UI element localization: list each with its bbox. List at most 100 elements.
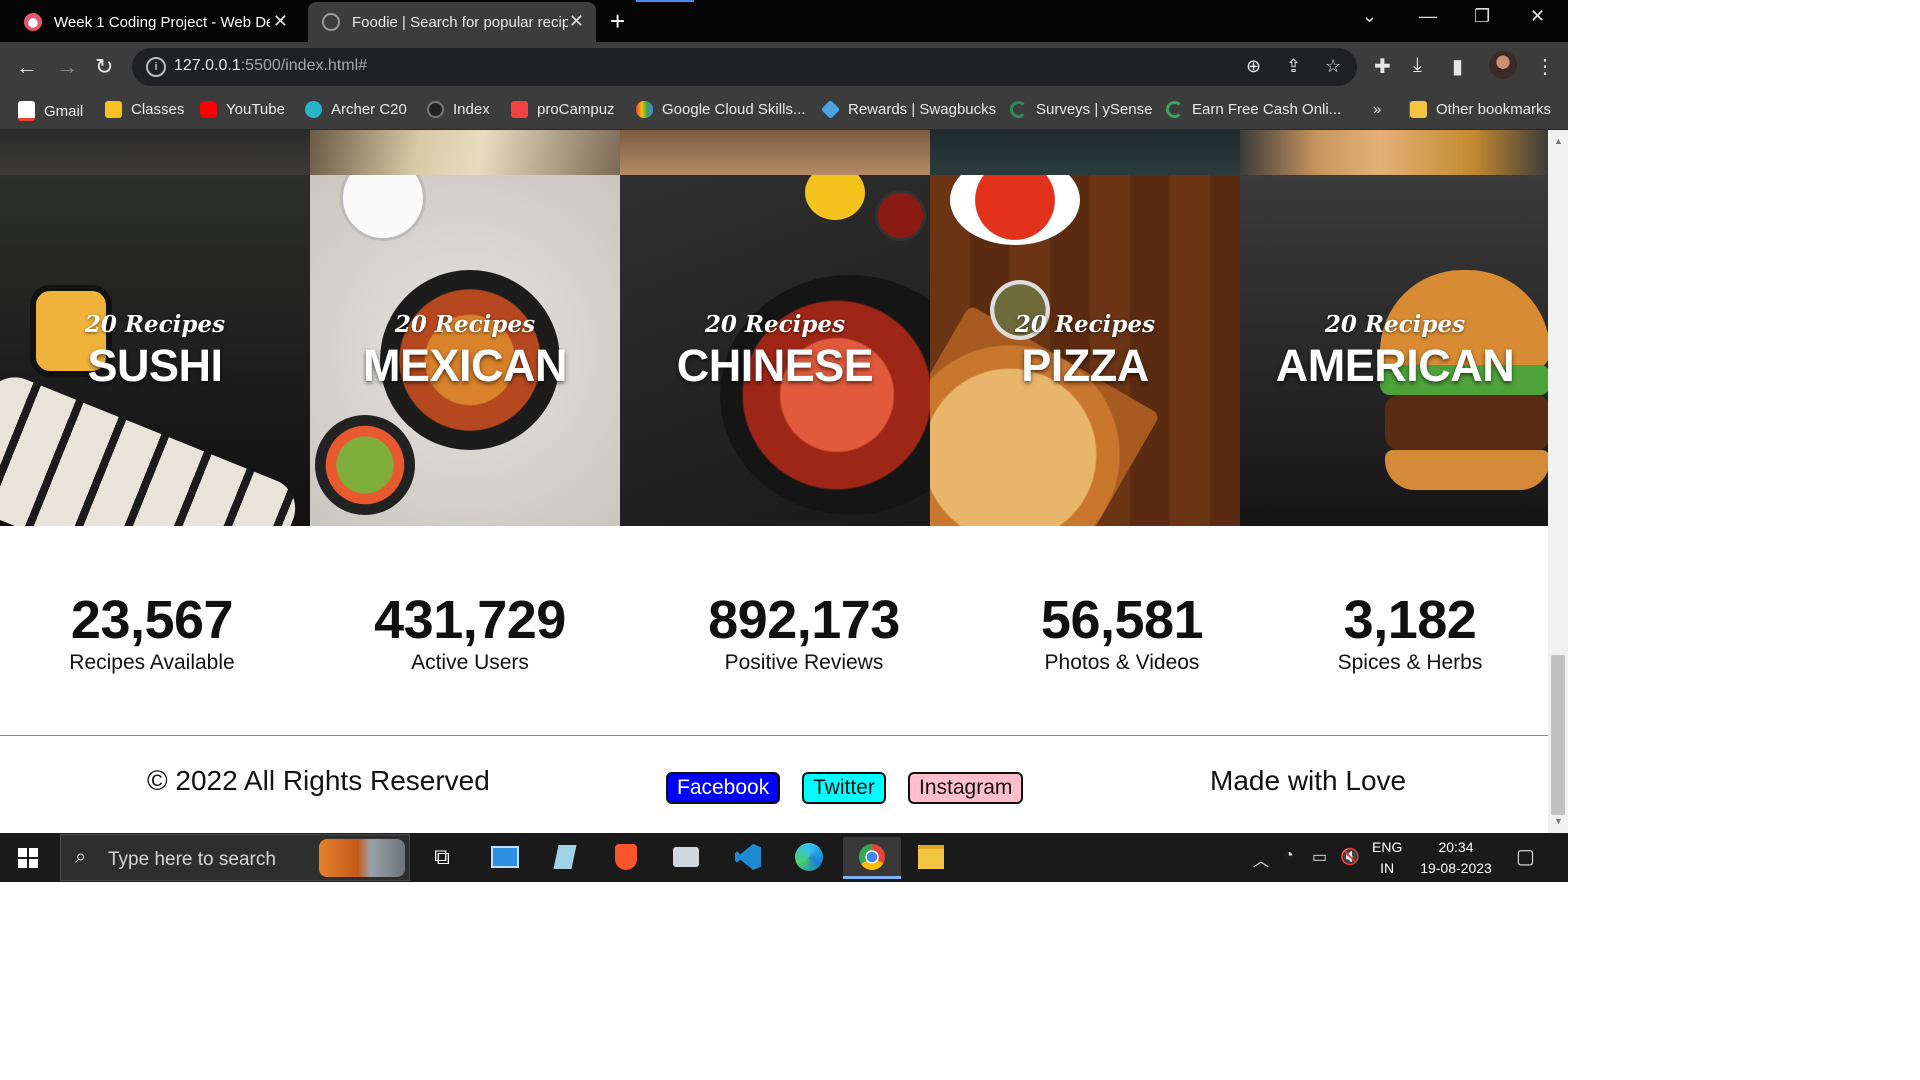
cuisine-recipe-count: 20 Recipes: [394, 311, 536, 338]
previous-row-image: [620, 130, 930, 175]
cuisine-card-mexican[interactable]: 20 Recipes MEXICAN: [310, 175, 620, 526]
wifi-icon[interactable]: ◔: [1284, 847, 1294, 865]
search-placeholder: Type here to search: [108, 849, 276, 870]
cuisine-card-chinese[interactable]: 20 Recipes CHINESE: [620, 175, 930, 526]
copyright-text: © 2022 All Rights Reserved: [147, 765, 490, 796]
tab-title: Week 1 Coding Project - Web De: [54, 13, 270, 31]
close-window-icon[interactable]: ✕: [1530, 6, 1545, 27]
stat-photos: 56,581 Photos & Videos: [1012, 590, 1232, 676]
stat-value: 431,729: [374, 590, 566, 650]
cuisine-card-pizza[interactable]: 20 Recipes PIZZA: [930, 175, 1240, 526]
cuisine-card-sushi[interactable]: 20 Recipes SUSHI: [0, 175, 310, 526]
stat-label: Active Users: [411, 651, 529, 674]
share-icon[interactable]: ⇪: [1286, 56, 1301, 77]
address-bar[interactable]: i 127.0.0.1:5500/index.html# ⊕ ⇪ ☆: [132, 48, 1357, 86]
battery-icon[interactable]: ▭: [1312, 847, 1327, 867]
tab-week1-project[interactable]: Week 1 Coding Project - Web De ✕: [10, 2, 300, 42]
scroll-up-arrow-icon[interactable]: ▲: [1554, 136, 1563, 146]
show-hidden-icons-chevron[interactable]: ︿: [1253, 847, 1269, 871]
chrome-browser-icon[interactable]: [843, 837, 901, 879]
bookmark-earn-cash[interactable]: Earn Free Cash Onli...: [1166, 101, 1341, 118]
notepad-icon[interactable]: [547, 840, 583, 874]
bookmark-classes[interactable]: Classes: [105, 101, 184, 118]
cuisine-name: PIZZA: [1021, 340, 1149, 391]
bookmarks-bar: Gmail Classes YouTube Archer C20 Index p…: [0, 92, 1568, 130]
stat-label: Spices & Herbs: [1337, 651, 1483, 674]
tab-foodie[interactable]: Foodie | Search for popular recip ✕: [308, 2, 596, 42]
more-bookmarks-chevron[interactable]: »: [1373, 101, 1381, 118]
more-menu-icon[interactable]: ⋮: [1535, 54, 1555, 79]
search-icon: ⌕: [75, 846, 87, 868]
edge-browser-icon[interactable]: [791, 840, 827, 874]
previous-row-image: [1240, 130, 1548, 175]
globe-icon: [322, 13, 340, 31]
bookmark-youtube[interactable]: YouTube: [200, 101, 285, 118]
vscode-icon[interactable]: [730, 840, 766, 874]
scrollbar-thumb[interactable]: [1551, 655, 1565, 815]
side-panel-icon[interactable]: ▮: [1452, 54, 1463, 79]
windows-start-icon[interactable]: [18, 848, 38, 868]
swagbucks-icon: [820, 99, 841, 120]
previous-row-image: [0, 130, 310, 175]
file-explorer-icon[interactable]: [913, 840, 949, 874]
back-arrow-icon[interactable]: ←: [16, 54, 38, 80]
volume-muted-icon[interactable]: 🔇: [1340, 847, 1360, 867]
bottom-bun-image: [1385, 450, 1548, 490]
stat-label: Photos & Videos: [1044, 651, 1200, 674]
bookmark-archer[interactable]: Archer C20: [305, 101, 407, 118]
download-icon[interactable]: ⤓: [1413, 54, 1422, 77]
tab-title: Foodie | Search for popular recip: [352, 13, 568, 31]
this-pc-icon[interactable]: [487, 840, 523, 874]
taskbar-search-box[interactable]: ⌕ Type here to search: [60, 834, 410, 881]
bookmark-star-icon[interactable]: ☆: [1325, 56, 1341, 77]
system-clock[interactable]: 20:34 19-08-2023: [1414, 837, 1498, 879]
new-tab-button[interactable]: +: [610, 6, 625, 37]
instagram-button[interactable]: Instagram: [908, 772, 1024, 804]
previous-row-image: [930, 130, 1240, 175]
stat-spices: 3,182 Spices & Herbs: [1320, 590, 1500, 676]
tab-search-chevron-icon[interactable]: ⌄: [1362, 6, 1377, 27]
other-bookmarks-folder[interactable]: Other bookmarks: [1409, 101, 1551, 118]
tab-favicon-icon: [24, 13, 42, 31]
index-icon: [427, 101, 444, 118]
profile-avatar[interactable]: [1489, 51, 1517, 79]
page-scrollbar[interactable]: ▲ ▼: [1548, 130, 1568, 833]
language-indicator[interactable]: ENG IN: [1372, 837, 1402, 879]
forward-arrow-icon[interactable]: →: [56, 54, 78, 80]
url-text[interactable]: 127.0.0.1:5500/index.html#: [174, 57, 367, 75]
cuisine-card-american[interactable]: 20 Recipes AMERICAN: [1240, 175, 1548, 526]
page-viewport: 20 Recipes SUSHI 20 Recipes MEXICAN 20 R…: [0, 130, 1548, 833]
notifications-icon[interactable]: ▢: [1516, 844, 1535, 869]
brave-browser-icon[interactable]: [608, 840, 644, 874]
close-tab-icon[interactable]: ✕: [569, 11, 584, 32]
scroll-down-arrow-icon[interactable]: ▼: [1554, 816, 1563, 826]
bookmark-google-cloud[interactable]: Google Cloud Skills...: [636, 101, 805, 118]
minimize-icon[interactable]: —: [1419, 6, 1437, 27]
extensions-puzzle-icon[interactable]: ✚: [1374, 54, 1391, 79]
gmail-icon: [18, 101, 35, 121]
site-info-icon[interactable]: i: [146, 57, 166, 77]
bookmark-ysense[interactable]: Surveys | ySense: [1010, 101, 1152, 118]
control-panel-icon[interactable]: [668, 840, 704, 874]
bookmark-index[interactable]: Index: [427, 101, 490, 118]
stat-label: Positive Reviews: [724, 651, 884, 674]
salad-bowl-image: [315, 415, 415, 515]
facebook-button[interactable]: Facebook: [666, 772, 781, 804]
browser-toolbar: ← → ↻ i 127.0.0.1:5500/index.html# ⊕ ⇪ ☆…: [0, 42, 1568, 92]
patty-image: [1385, 395, 1548, 450]
reload-icon[interactable]: ↻: [95, 54, 113, 80]
restore-icon[interactable]: ❐: [1474, 6, 1490, 27]
close-tab-icon[interactable]: ✕: [273, 11, 288, 32]
cuisine-name: SUSHI: [87, 340, 223, 391]
bookmark-swagbucks[interactable]: Rewards | Swagbucks: [820, 99, 996, 120]
folder-icon: [1410, 101, 1427, 118]
twitter-button[interactable]: Twitter: [802, 772, 886, 804]
stat-label: Recipes Available: [69, 651, 235, 674]
zoom-icon[interactable]: ⊕: [1246, 56, 1261, 77]
stat-value: 3,182: [1343, 590, 1477, 650]
task-view-icon[interactable]: ⧉: [424, 840, 460, 874]
cuisine-name: MEXICAN: [362, 340, 568, 391]
ysense-icon: [1010, 101, 1027, 118]
bookmark-procampuz[interactable]: proCampuz: [511, 101, 615, 118]
bookmark-gmail[interactable]: Gmail: [18, 101, 83, 121]
